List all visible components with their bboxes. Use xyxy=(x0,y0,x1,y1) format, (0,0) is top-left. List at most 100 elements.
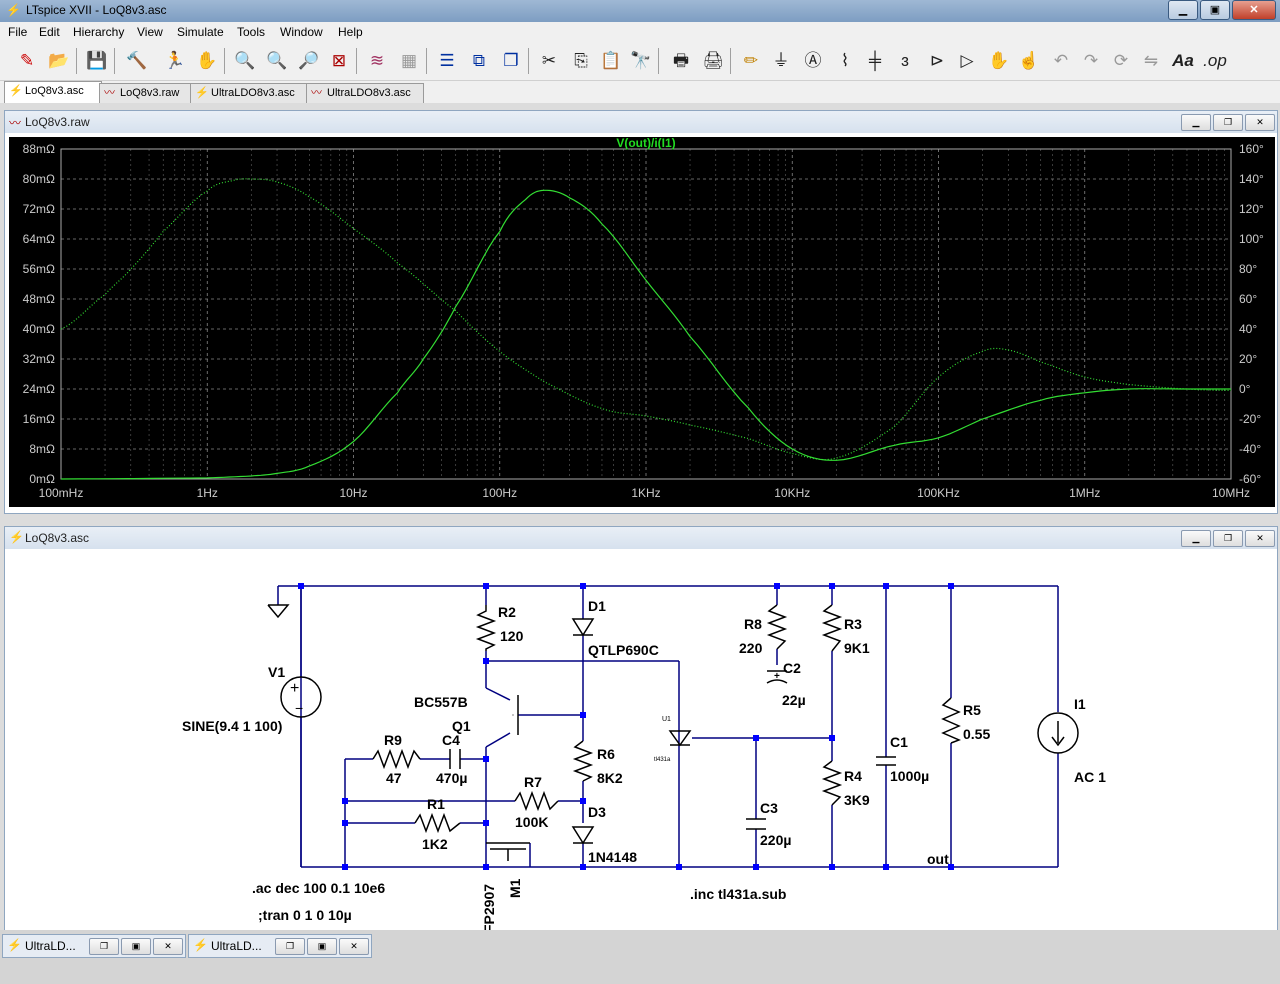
schematic-labels: V1 SINE(9.4 1 100) R2 120 D1 QTLP690C BC… xyxy=(182,598,1106,947)
zoom-out-icon[interactable]: 🔎 xyxy=(296,48,322,74)
capacitor-icon[interactable]: ╪ xyxy=(862,48,888,74)
waveform-icon: 〰 xyxy=(9,116,22,130)
diode-icon[interactable]: ⊳ xyxy=(924,48,950,74)
tile-vertical-icon[interactable]: ⧉ xyxy=(466,48,492,74)
window-titlebar: ⚡ LTspice XVII - LoQ8v3.asc ▁ ▣ ✕ xyxy=(0,0,1280,22)
schematic-icon: ⚡ xyxy=(7,938,22,952)
new-schematic-icon[interactable]: ✎ xyxy=(14,48,40,74)
y-left-tick-label: 64mΩ xyxy=(23,232,55,246)
directive-inc: .inc tl431a.sub xyxy=(690,886,786,902)
component-icon[interactable]: ▷ xyxy=(954,48,980,74)
cascade-icon[interactable]: ❐ xyxy=(498,48,524,74)
label-r1: R1 xyxy=(427,796,445,812)
zoom-in-icon[interactable]: 🔍 xyxy=(232,48,258,74)
waveform-icon: 〰 xyxy=(104,87,115,99)
schematic-restore-button[interactable]: ❐ xyxy=(1213,530,1243,547)
ground-icon[interactable]: ⏚ xyxy=(768,48,794,74)
plot-title: V(out)/i(I1) xyxy=(616,137,675,150)
run-icon[interactable]: 🏃 xyxy=(162,48,188,74)
restore-icon[interactable]: ❐ xyxy=(89,938,119,955)
y-right-tick-label: 120° xyxy=(1239,202,1264,216)
ltspice-app-icon: ⚡ xyxy=(6,3,21,17)
open-folder-icon[interactable]: 📂 xyxy=(46,48,72,74)
rotate-icon[interactable]: ⟳ xyxy=(1108,48,1134,74)
close-icon[interactable]: ✕ xyxy=(153,938,183,955)
grid-icon[interactable]: ▦ xyxy=(396,48,422,74)
paste-icon[interactable]: 📋 xyxy=(598,48,624,74)
minimize-button[interactable]: ▁ xyxy=(1168,0,1198,20)
label-r7: R7 xyxy=(524,774,542,790)
print-setup-icon[interactable]: 🖶 xyxy=(668,48,694,74)
menu-hierarchy[interactable]: Hierarchy xyxy=(73,25,124,39)
print-icon[interactable]: 🖨 xyxy=(700,48,726,74)
menu-edit[interactable]: Edit xyxy=(39,25,60,39)
plot-restore-button[interactable]: ❐ xyxy=(1213,114,1243,131)
label-r7-value: 100K xyxy=(515,814,548,830)
menu-view[interactable]: View xyxy=(137,25,163,39)
menu-tools[interactable]: Tools xyxy=(237,25,265,39)
plot-minimize-button[interactable]: ▁ xyxy=(1181,114,1211,131)
close-icon[interactable]: ✕ xyxy=(339,938,369,955)
label-c1: C1 xyxy=(890,734,908,750)
y-right-tick-label: 100° xyxy=(1239,232,1264,246)
find-icon[interactable]: 🔭 xyxy=(628,48,654,74)
schematic-canvas[interactable]: V1 SINE(9.4 1 100) R2 120 D1 QTLP690C BC… xyxy=(10,553,1275,947)
tab-loq8v3-raw[interactable]: 〰 LoQ8v3.raw xyxy=(99,83,195,103)
tab-ultraldo8v3-asc-1[interactable]: ⚡ UltraLDO8v3.asc xyxy=(190,83,308,103)
draw-wire-icon[interactable]: ✏ xyxy=(738,48,764,74)
resistor-icon[interactable]: ⌇ xyxy=(832,48,858,74)
menu-help[interactable]: Help xyxy=(338,25,363,39)
close-button[interactable]: ✕ xyxy=(1232,0,1276,20)
label-c2: C2 xyxy=(783,660,801,676)
tile-horizontal-icon[interactable]: ☰ xyxy=(434,48,460,74)
y-right-tick-label: 80° xyxy=(1239,262,1257,276)
undo-icon[interactable]: ↶ xyxy=(1048,48,1074,74)
y-left-tick-label: 24mΩ xyxy=(23,382,55,396)
maximize-icon[interactable]: ▣ xyxy=(121,938,151,955)
y-right-tick-label: 60° xyxy=(1239,292,1257,306)
directive-tran: ;tran 0 1 0 10µ xyxy=(258,907,352,923)
y-left-tick-label: 56mΩ xyxy=(23,262,55,276)
schematic-icon: ⚡ xyxy=(195,87,209,99)
label-c2-value: 22µ xyxy=(782,692,806,708)
mirror-icon[interactable]: ⇋ xyxy=(1138,48,1164,74)
minimized-window-1[interactable]: ⚡ UltraLD... ❐ ▣ ✕ xyxy=(2,934,186,958)
redo-icon[interactable]: ↷ xyxy=(1078,48,1104,74)
schematic-minimize-button[interactable]: ▁ xyxy=(1181,530,1211,547)
schematic-window-titlebar: ⚡ LoQ8v3.asc ▁ ❐ ✕ xyxy=(5,527,1277,549)
inductor-icon[interactable]: ɜ xyxy=(892,48,918,74)
cut-icon[interactable]: ✂ xyxy=(536,48,562,74)
tab-label: LoQ8v3.raw xyxy=(120,87,180,99)
net-label-out: out xyxy=(927,851,949,867)
halt-icon[interactable]: ✋ xyxy=(194,48,220,74)
menu-simulate[interactable]: Simulate xyxy=(177,25,224,39)
menu-window[interactable]: Window xyxy=(280,25,323,39)
copy-icon[interactable]: ⎘ xyxy=(568,48,594,74)
maximize-button[interactable]: ▣ xyxy=(1200,0,1230,20)
plot-window-title: LoQ8v3.raw xyxy=(25,115,90,129)
window-title: LTspice XVII - LoQ8v3.asc xyxy=(26,3,167,17)
spice-directive-icon[interactable]: .op xyxy=(1202,48,1228,74)
y-right-tick-label: 40° xyxy=(1239,322,1257,336)
maximize-icon[interactable]: ▣ xyxy=(307,938,337,955)
tab-ultraldo8v3-asc-2[interactable]: 〰 UltraLDO8v3.asc xyxy=(306,83,424,103)
tab-loq8v3-asc[interactable]: ⚡ LoQ8v3.asc xyxy=(4,81,102,103)
menu-file[interactable]: File xyxy=(8,25,27,39)
schematic-close-button[interactable]: ✕ xyxy=(1245,530,1275,547)
label-r6-value: 8K2 xyxy=(597,770,623,786)
x-tick-label: 1MHz xyxy=(1069,486,1100,500)
control-panel-icon[interactable]: 🔨 xyxy=(124,48,150,74)
y-right-tick-label: 0° xyxy=(1239,382,1251,396)
restore-icon[interactable]: ❐ xyxy=(275,938,305,955)
waveform-plot[interactable]: 100mHz 1Hz 10Hz 100Hz 1KHz 10KHz 100KHz 1MHz 10M… xyxy=(9,136,1275,507)
minimized-window-2[interactable]: ⚡ UltraLD... ❐ ▣ ✕ xyxy=(188,934,372,958)
text-tool-icon[interactable]: Aa xyxy=(1170,48,1196,74)
label-net-icon[interactable]: Ⓐ xyxy=(800,48,826,74)
autorange-icon[interactable]: ≋ xyxy=(364,48,390,74)
zoom-fit-icon[interactable]: ⊠ xyxy=(326,48,352,74)
drag-hand-icon[interactable]: ☝ xyxy=(1016,48,1042,74)
plot-close-button[interactable]: ✕ xyxy=(1245,114,1275,131)
move-hand-icon[interactable]: ✋ xyxy=(986,48,1012,74)
zoom-pan-icon[interactable]: 🔍 xyxy=(264,48,290,74)
save-icon[interactable]: 💾 xyxy=(84,48,110,74)
